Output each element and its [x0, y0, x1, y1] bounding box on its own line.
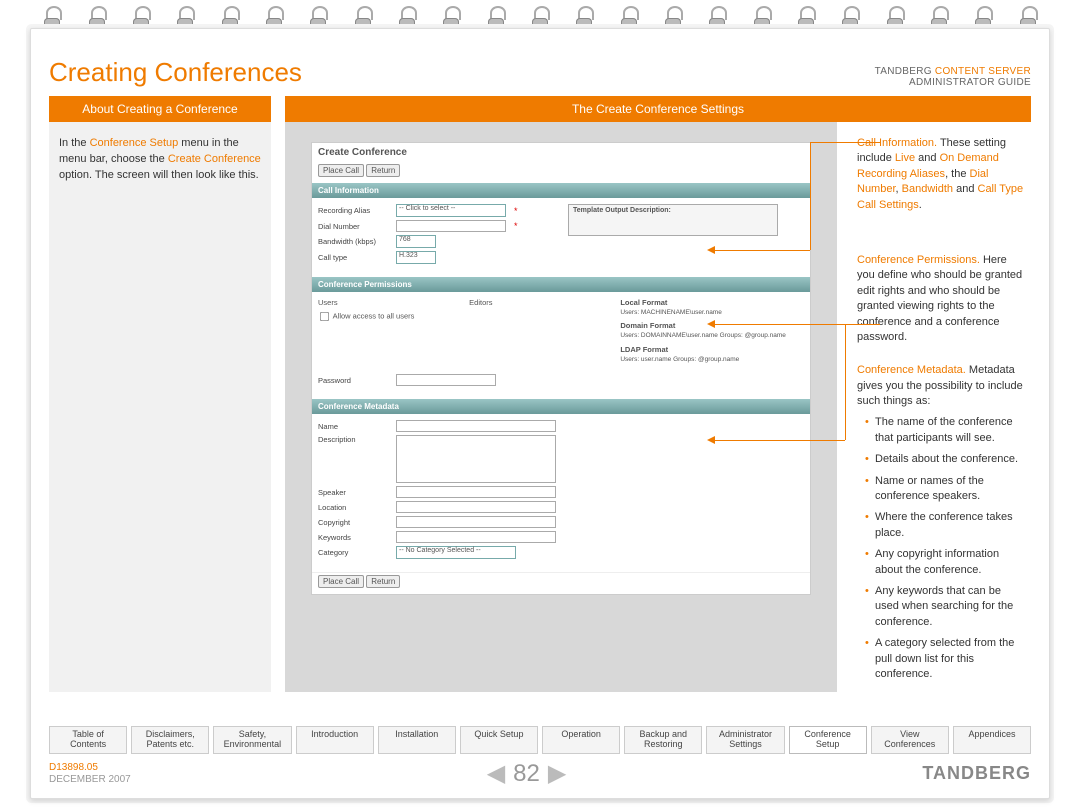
list-item: Details about the conference.: [865, 452, 1025, 467]
nav-installation[interactable]: Installation: [378, 726, 456, 754]
tab-about[interactable]: About Creating a Conference: [49, 96, 271, 122]
allow-all-checkbox[interactable]: [320, 312, 329, 321]
nav-conference-setup[interactable]: ConferenceSetup: [789, 726, 867, 754]
section-conference-permissions[interactable]: Conference Permissions: [312, 277, 810, 292]
list-item: The name of the conference that particip…: [865, 415, 1025, 446]
nav-introduction[interactable]: Introduction: [296, 726, 374, 754]
doc-id: D13898.05DECEMBER 2007: [49, 762, 131, 786]
nav-appendices[interactable]: Appendices: [953, 726, 1031, 754]
page-navigator: ◀ 82 ▶: [487, 759, 567, 788]
tab-settings[interactable]: The Create Conference Settings: [285, 96, 1031, 122]
list-item: Where the conference takes place.: [865, 510, 1025, 541]
screenshot-panel: Create Conference Place Call Return Call…: [285, 122, 837, 692]
nav-backup[interactable]: Backup andRestoring: [624, 726, 702, 754]
section-conference-metadata[interactable]: Conference Metadata: [312, 399, 810, 414]
prev-page-icon[interactable]: ◀: [487, 759, 505, 788]
bandwidth-select[interactable]: 768: [396, 235, 436, 248]
nav-view-conferences[interactable]: ViewConferences: [871, 726, 949, 754]
page-title: Creating Conferences: [49, 57, 302, 88]
product-line: TANDBERG CONTENT SERVER ADMINISTRATOR GU…: [875, 66, 1031, 88]
list-item: A category selected from the pull down l…: [865, 636, 1025, 682]
list-item: Any copyright information about the conf…: [865, 547, 1025, 578]
list-item: Name or names of the conference speakers…: [865, 474, 1025, 505]
nav-operation[interactable]: Operation: [542, 726, 620, 754]
list-item: Any keywords that can be used when searc…: [865, 584, 1025, 630]
recording-alias-select[interactable]: -- Click to select --: [396, 204, 506, 217]
callout-panel: Call Information. These setting include …: [851, 122, 1031, 692]
page-number: 82: [513, 760, 540, 788]
nav-toc[interactable]: Table ofContents: [49, 726, 127, 754]
chapter-nav: Table ofContents Disclaimers,Patents etc…: [49, 726, 1031, 754]
nav-safety[interactable]: Safety,Environmental: [213, 726, 291, 754]
call-type-select[interactable]: H.323: [396, 251, 436, 264]
category-select[interactable]: -- No Category Selected --: [396, 546, 516, 559]
nav-quick-setup[interactable]: Quick Setup: [460, 726, 538, 754]
nav-disclaimers[interactable]: Disclaimers,Patents etc.: [131, 726, 209, 754]
next-page-icon[interactable]: ▶: [548, 759, 566, 788]
section-call-information[interactable]: Call Information: [312, 183, 810, 198]
nav-admin-settings[interactable]: AdministratorSettings: [706, 726, 784, 754]
page-sheet: Creating Conferences TANDBERG CONTENT SE…: [30, 28, 1050, 799]
about-panel: In the Conference Setup menu in the menu…: [49, 122, 271, 692]
brand-logo: TANDBERG: [922, 763, 1031, 784]
